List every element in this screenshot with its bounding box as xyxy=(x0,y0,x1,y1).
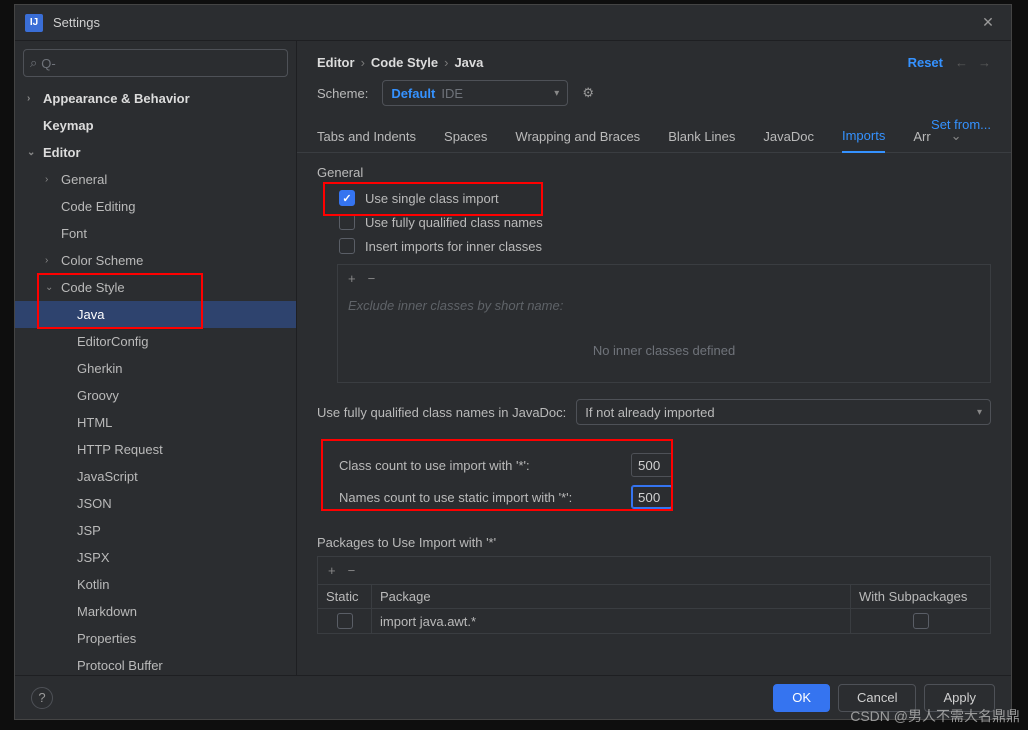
checkbox-icon[interactable] xyxy=(913,613,929,629)
tab-spaces[interactable]: Spaces xyxy=(444,129,487,152)
tree-keymap[interactable]: Keymap xyxy=(15,112,296,139)
apply-button[interactable]: Apply xyxy=(924,684,995,712)
checkbox-icon xyxy=(339,238,355,254)
close-icon[interactable]: ✕ xyxy=(975,10,1001,36)
tree-code-editing[interactable]: Code Editing xyxy=(15,193,296,220)
settings-tree: ›Appearance & Behavior Keymap ⌄Editor ›G… xyxy=(15,81,296,675)
remove-icon[interactable]: − xyxy=(348,563,356,578)
tree-markdown[interactable]: Markdown xyxy=(15,598,296,625)
reset-link[interactable]: Reset xyxy=(908,55,943,70)
tab-imports[interactable]: Imports xyxy=(842,128,885,153)
search-icon: ⌕ xyxy=(30,55,37,71)
tree-appearance[interactable]: ›Appearance & Behavior xyxy=(15,85,296,112)
check-use-fq[interactable]: Use fully qualified class names xyxy=(317,210,991,234)
add-icon[interactable]: + xyxy=(348,271,356,286)
tab-tabs-indents[interactable]: Tabs and Indents xyxy=(317,129,416,152)
exclude-empty: No inner classes defined xyxy=(338,319,990,382)
sidebar: ⌕ Q- ›Appearance & Behavior Keymap ⌄Edit… xyxy=(15,41,297,675)
set-from-link[interactable]: Set from... xyxy=(931,117,991,132)
names-count-input[interactable] xyxy=(631,485,673,509)
javadoc-fq-select[interactable]: If not already imported ▾ xyxy=(576,399,991,425)
tree-json[interactable]: JSON xyxy=(15,490,296,517)
col-subs: With Subpackages xyxy=(851,585,991,609)
remove-icon[interactable]: − xyxy=(368,271,376,286)
tree-jspx[interactable]: JSPX xyxy=(15,544,296,571)
window-title: Settings xyxy=(53,15,965,30)
tabs: Tabs and Indents Spaces Wrapping and Bra… xyxy=(297,110,1011,153)
packages-table: Static Package With Subpackages import j… xyxy=(317,584,991,634)
exclude-list: + − Exclude inner classes by short name:… xyxy=(337,264,991,383)
tab-blank-lines[interactable]: Blank Lines xyxy=(668,129,735,152)
section-general: General xyxy=(317,165,991,180)
help-icon[interactable]: ? xyxy=(31,687,53,709)
tree-gherkin[interactable]: Gherkin xyxy=(15,355,296,382)
tree-javascript[interactable]: JavaScript xyxy=(15,463,296,490)
chevron-down-icon: ▾ xyxy=(977,407,982,418)
exclude-hint: Exclude inner classes by short name: xyxy=(338,292,990,319)
nav-arrows: ← → xyxy=(955,55,991,70)
tree-editorconfig[interactable]: EditorConfig xyxy=(15,328,296,355)
chevron-down-icon: ▾ xyxy=(554,88,559,99)
tree-kotlin[interactable]: Kotlin xyxy=(15,571,296,598)
tree-java[interactable]: Java xyxy=(15,301,296,328)
tree-html[interactable]: HTML xyxy=(15,409,296,436)
settings-dialog: IJ Settings ✕ ⌕ Q- ›Appearance & Behavio… xyxy=(14,4,1012,720)
tab-javadoc[interactable]: JavaDoc xyxy=(763,129,814,152)
checkbox-icon[interactable] xyxy=(337,613,353,629)
tree-color-scheme[interactable]: ›Color Scheme xyxy=(15,247,296,274)
titlebar: IJ Settings ✕ xyxy=(15,5,1011,41)
back-icon[interactable]: ← xyxy=(955,55,968,70)
tree-font[interactable]: Font xyxy=(15,220,296,247)
tree-jsp[interactable]: JSP xyxy=(15,517,296,544)
main-panel: Editor›Code Style›Java Reset ← → Scheme:… xyxy=(297,41,1011,675)
check-use-single[interactable]: ✓ Use single class import xyxy=(317,186,499,210)
search-input[interactable]: ⌕ Q- xyxy=(23,49,288,77)
tree-groovy[interactable]: Groovy xyxy=(15,382,296,409)
class-count-input[interactable] xyxy=(631,453,673,477)
check-insert-inner[interactable]: Insert imports for inner classes xyxy=(317,234,991,258)
table-row[interactable]: import java.awt.* xyxy=(318,609,991,634)
app-icon: IJ xyxy=(25,14,43,32)
tree-editor[interactable]: ⌄Editor xyxy=(15,139,296,166)
cancel-button[interactable]: Cancel xyxy=(838,684,916,712)
breadcrumb: Editor›Code Style›Java xyxy=(317,55,483,70)
names-count-label: Names count to use static import with '*… xyxy=(339,490,623,505)
ok-button[interactable]: OK xyxy=(773,684,830,712)
javadoc-fq-label: Use fully qualified class names in JavaD… xyxy=(317,405,566,420)
col-static: Static xyxy=(318,585,372,609)
scheme-label: Scheme: xyxy=(317,86,368,101)
checkbox-icon xyxy=(339,214,355,230)
tree-general[interactable]: ›General xyxy=(15,166,296,193)
tree-properties[interactable]: Properties xyxy=(15,625,296,652)
gear-icon[interactable]: ⚙ xyxy=(582,85,594,101)
tree-http-request[interactable]: HTTP Request xyxy=(15,436,296,463)
tab-wrapping[interactable]: Wrapping and Braces xyxy=(515,129,640,152)
scheme-select[interactable]: Default IDE ▾ xyxy=(382,80,568,106)
add-icon[interactable]: + xyxy=(328,563,336,578)
section-packages: Packages to Use Import with '*' xyxy=(317,535,991,550)
footer: ? OK Cancel Apply xyxy=(15,675,1011,719)
tree-protocol-buffer[interactable]: Protocol Buffer xyxy=(15,652,296,675)
class-count-label: Class count to use import with '*': xyxy=(339,458,623,473)
tree-code-style[interactable]: ⌄Code Style xyxy=(15,274,296,301)
col-package: Package xyxy=(372,585,851,609)
tab-arrangement[interactable]: Arr xyxy=(913,129,930,152)
forward-icon[interactable]: → xyxy=(978,55,991,70)
checkbox-icon: ✓ xyxy=(339,190,355,206)
